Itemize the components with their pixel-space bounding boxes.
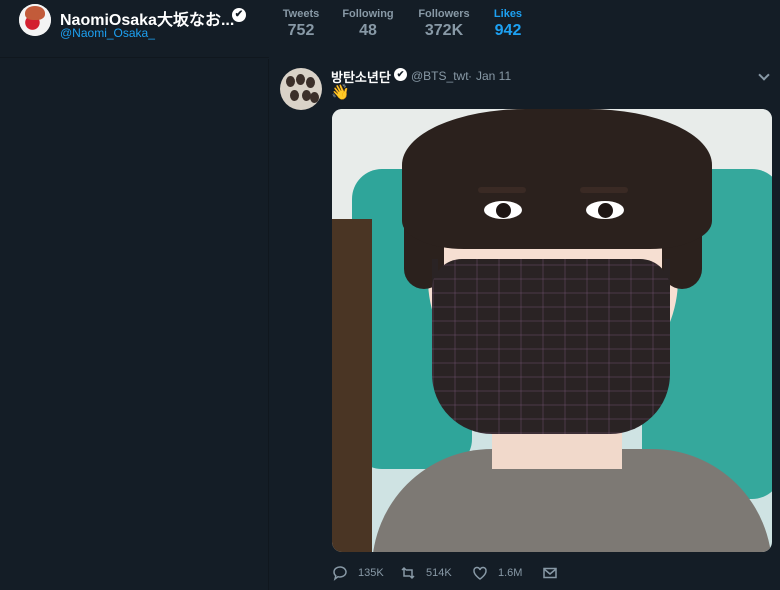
envelope-icon [543, 567, 557, 579]
stat-tweets[interactable]: Tweets 752 [281, 8, 321, 48]
stat-label: Likes [493, 8, 523, 20]
like-count: 1.6M [498, 567, 523, 579]
stat-value: 372K [424, 22, 464, 39]
photo-arm [332, 219, 372, 552]
stat-following[interactable]: Following 48 [342, 8, 394, 48]
like-button[interactable]: 1.6M [472, 565, 532, 583]
tweet-author-avatar[interactable] [280, 68, 322, 110]
tweet-author-handle[interactable]: @BTS_twt [411, 69, 469, 83]
retweet-icon [401, 566, 415, 580]
photo-brow [580, 187, 628, 193]
tweet-date[interactable]: Jan 11 [476, 69, 511, 83]
profile-avatar[interactable] [19, 4, 51, 36]
profile-handle[interactable]: @Naomi_Osaka_ [60, 26, 155, 40]
reply-count: 135K [358, 567, 384, 579]
speech-bubble-icon [333, 566, 347, 581]
stat-likes[interactable]: Likes 942 [481, 8, 535, 48]
reply-button[interactable]: 135K [332, 565, 392, 583]
stat-followers[interactable]: Followers 372K [418, 8, 470, 48]
avatar-face [25, 6, 45, 20]
photo-mask [432, 259, 670, 434]
tweet-text: 👋 [331, 84, 350, 101]
photo-eye [586, 201, 624, 219]
stat-label: Following [342, 8, 394, 20]
verified-badge-icon: ✔ [232, 8, 246, 22]
heart-icon [473, 566, 487, 580]
tweet-separator: · [468, 69, 472, 83]
tweet-card[interactable]: 방탄소년단 ✔ @BTS_twt · Jan 11 👋 135K 514K 1.… [270, 59, 780, 590]
stat-value: 48 [359, 22, 377, 39]
photo-eye [484, 201, 522, 219]
photo-brow [478, 187, 526, 193]
left-column [0, 59, 268, 590]
photo-hair [402, 109, 712, 249]
header-strip [269, 45, 780, 59]
retweet-button[interactable]: 514K [400, 565, 460, 583]
stat-label: Followers [418, 8, 470, 20]
message-button[interactable] [542, 565, 560, 583]
verified-badge-icon: ✔ [394, 68, 407, 81]
stat-value: 752 [287, 22, 315, 39]
stat-value: 942 [494, 22, 522, 39]
retweet-count: 514K [426, 567, 452, 579]
column-divider [268, 59, 269, 590]
chevron-down-icon[interactable] [758, 69, 770, 81]
stat-label: Tweets [282, 8, 320, 20]
tweet-photo[interactable] [332, 109, 772, 552]
